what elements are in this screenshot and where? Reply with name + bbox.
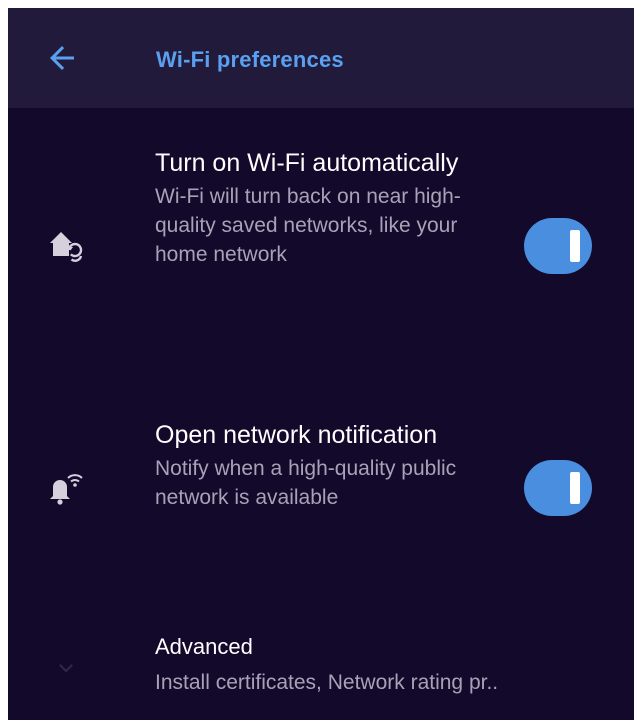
open-network-toggle[interactable] — [524, 460, 592, 516]
toggle-thumb — [570, 472, 580, 504]
setting-summary: Notify when a high-quality public networ… — [155, 457, 457, 509]
toggle-thumb — [570, 230, 580, 262]
home-sync-icon — [46, 226, 86, 266]
setting-text: Turn on Wi-Fi automatically Wi-Fi will t… — [155, 146, 495, 269]
back-button[interactable] — [36, 32, 88, 84]
app-bar: Wi-Fi preferences — [8, 8, 634, 108]
setting-text: Open network notification Notify when a … — [155, 418, 495, 512]
setting-title: Open network notification — [155, 421, 438, 449]
chevron-down-icon — [52, 654, 92, 694]
setting-row-open-network[interactable]: Open network notification Notify when a … — [8, 408, 634, 578]
advanced-row[interactable]: Advanced Install certificates, Network r… — [8, 618, 634, 720]
arrow-back-icon — [50, 46, 74, 70]
setting-title: Turn on Wi-Fi automatically — [155, 149, 459, 177]
advanced-summary: Install certificates, Network rating pr.… — [155, 671, 499, 694]
advanced-text: Advanced Install certificates, Network r… — [155, 632, 625, 698]
page-title: Wi-Fi preferences — [156, 47, 344, 72]
wifi-preferences-screen: Wi-Fi preferences Turn on Wi-Fi automati… — [8, 8, 634, 720]
wifi-bell-icon — [46, 470, 86, 510]
setting-summary: Wi-Fi will turn back on near high-qualit… — [155, 185, 461, 266]
advanced-title: Advanced — [155, 634, 253, 659]
auto-wifi-toggle[interactable] — [524, 218, 592, 274]
setting-row-auto-wifi[interactable]: Turn on Wi-Fi automatically Wi-Fi will t… — [8, 128, 634, 368]
